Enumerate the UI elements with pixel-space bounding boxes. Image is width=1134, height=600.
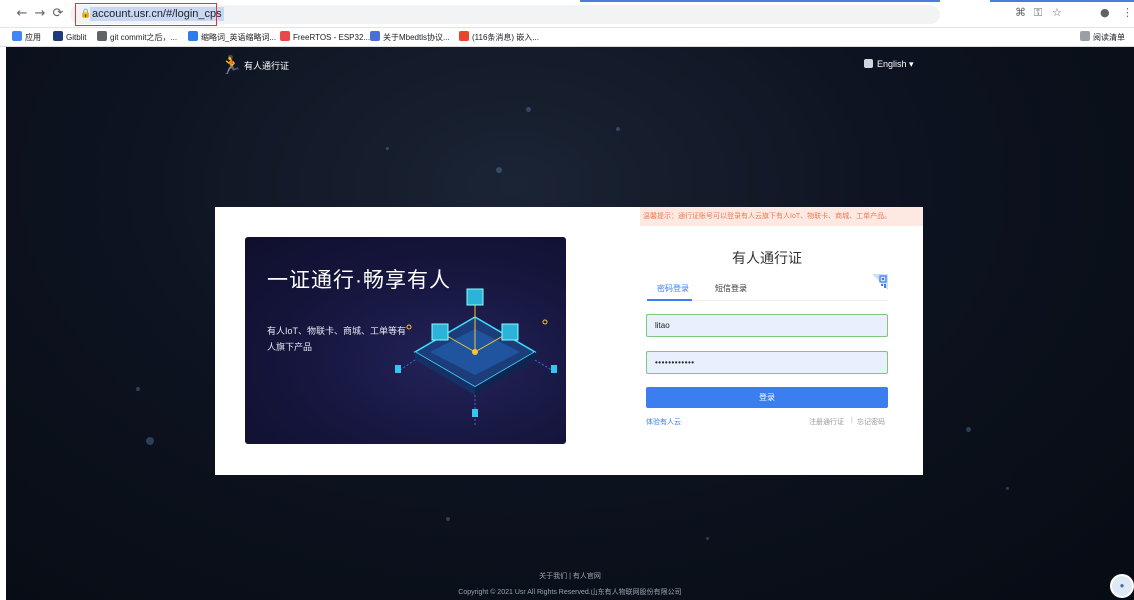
gitblit-icon xyxy=(53,31,63,41)
bookmark-mbedtls[interactable]: 关于Mbedtls协议... xyxy=(370,31,450,44)
apps-icon xyxy=(12,31,22,41)
globe-icon xyxy=(864,59,873,68)
forgot-password-link[interactable]: 忘记密码 xyxy=(857,417,885,427)
site-title[interactable]: 有人通行证 xyxy=(244,59,289,72)
register-link[interactable]: 注册通行证 xyxy=(809,417,844,427)
reading-list-icon xyxy=(1080,31,1090,41)
footer-links[interactable]: 关于我们 | 有人官网 xyxy=(6,571,1134,581)
back-icon[interactable]: ← xyxy=(14,6,30,22)
url-annotation-box xyxy=(75,3,217,26)
logo-icon[interactable]: 🏃 xyxy=(220,55,242,76)
bookmark-abbreviations[interactable]: 缩略词_英语缩略词... xyxy=(188,31,276,44)
git-icon xyxy=(97,31,107,41)
bg-dot xyxy=(446,517,450,521)
login-card: 一证通行·畅享有人 有人IoT、物联卡、商城、工单等有人旗下产品 温馨提示：通行… xyxy=(215,207,923,475)
tab-sms-login[interactable]: 短信登录 xyxy=(715,283,747,294)
freertos-icon xyxy=(280,31,290,41)
form-title: 有人通行证 xyxy=(732,250,802,266)
bg-dot xyxy=(136,387,140,391)
try-usr-cloud-link[interactable]: 体验有人云 xyxy=(646,417,681,427)
tab-strip-indicator xyxy=(990,0,1134,2)
reading-list[interactable]: 阅读清单 xyxy=(1080,31,1125,44)
menu-icon[interactable]: ⋮ xyxy=(1122,6,1133,19)
bg-dot xyxy=(966,427,971,432)
browser-toolbar: ← → ⟳ 🔒 account.usr.cn/#/login_cps ⌘ ⚿ ☆… xyxy=(0,0,1134,28)
active-tab-indicator xyxy=(647,299,692,301)
tab-strip-indicator xyxy=(580,0,940,2)
page-background: 🏃 有人通行证 English ▾ 一证通行·畅享有人 有人IoT、物联卡、商城… xyxy=(6,47,1134,600)
bg-dot xyxy=(386,147,389,150)
notice-bar: 温馨提示：通行证账号可以登录有人云旗下有人IoT、物联卡、商城、工单产品。 xyxy=(640,207,923,226)
tab-password-login[interactable]: 密码登录 xyxy=(657,283,689,294)
bg-dot xyxy=(1006,487,1009,490)
floating-chat-icon[interactable]: ● xyxy=(1110,574,1134,598)
language-label: English xyxy=(877,59,907,69)
password-field[interactable]: •••••••••••• xyxy=(646,351,888,374)
bookmark-gitblit[interactable]: Gitblit xyxy=(53,31,86,44)
bg-dot xyxy=(496,167,502,173)
bookmark-csdn[interactable]: (116条消息) 嵌入... xyxy=(459,31,539,44)
bg-dot xyxy=(146,437,154,445)
qr-code-icon[interactable] xyxy=(872,274,888,290)
link-separator: | xyxy=(851,417,853,424)
username-field[interactable]: litao xyxy=(646,314,888,337)
csdn-icon xyxy=(459,31,469,41)
mbedtls-icon xyxy=(370,31,380,41)
bookmark-freertos[interactable]: FreeRTOS - ESP32... xyxy=(280,31,370,44)
bg-dot xyxy=(526,107,531,112)
caret-down-icon: ▾ xyxy=(909,59,914,69)
bookmark-git-commit[interactable]: git commit之后，... xyxy=(97,31,177,44)
key-icon[interactable]: ⚿ xyxy=(1034,6,1042,20)
bg-dot xyxy=(616,127,620,131)
star-icon[interactable]: ☆ xyxy=(1052,6,1062,19)
doc-icon xyxy=(188,31,198,41)
forward-icon[interactable]: → xyxy=(32,6,48,22)
isometric-platform-illustration xyxy=(395,288,557,427)
translate-icon[interactable]: ⌘ xyxy=(1015,6,1026,19)
login-button[interactable]: 登录 xyxy=(646,387,888,408)
banner-subtitle: 有人IoT、物联卡、商城、工单等有人旗下产品 xyxy=(267,326,407,352)
bookmark-apps[interactable]: 应用 xyxy=(12,31,41,44)
bookmarks-bar: 应用 Gitblit git commit之后，... 缩略词_英语缩略词...… xyxy=(0,28,1134,47)
promo-banner: 一证通行·畅享有人 有人IoT、物联卡、商城、工单等有人旗下产品 xyxy=(245,237,566,444)
reload-icon[interactable]: ⟳ xyxy=(50,6,66,22)
footer-copyright: Copyright © 2021 Usr All Rights Reserved… xyxy=(458,589,682,596)
profile-icon[interactable]: ● xyxy=(1100,6,1110,19)
language-selector[interactable]: English ▾ xyxy=(864,59,914,70)
bg-dot xyxy=(706,537,709,540)
